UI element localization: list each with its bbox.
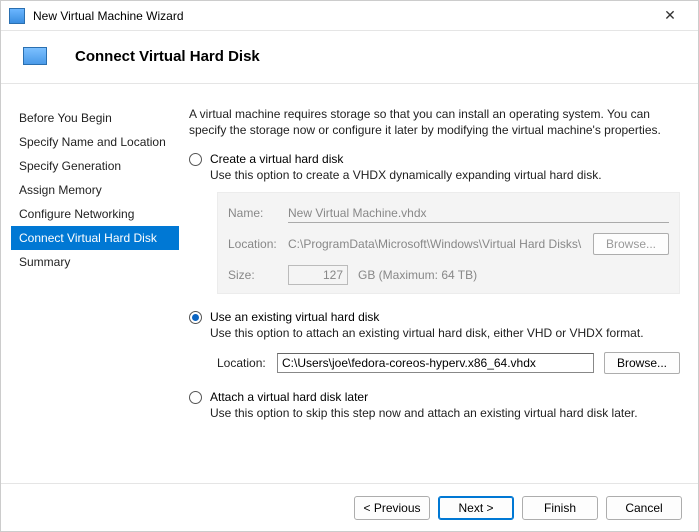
step-assign-memory[interactable]: Assign Memory	[11, 178, 179, 202]
create-form: Name: Location: C:\ProgramData\Microsoft…	[217, 192, 680, 294]
app-icon	[9, 8, 25, 24]
create-name-label: Name:	[228, 206, 278, 220]
window-title: New Virtual Machine Wizard	[33, 9, 650, 23]
option-create-desc: Use this option to create a VHDX dynamic…	[210, 168, 680, 182]
finish-button[interactable]: Finish	[522, 496, 598, 520]
step-configure-networking[interactable]: Configure Networking	[11, 202, 179, 226]
next-button[interactable]: Next >	[438, 496, 514, 520]
existing-location-label: Location:	[217, 356, 267, 370]
option-create-label: Create a virtual hard disk	[210, 152, 343, 166]
create-location-value: C:\ProgramData\Microsoft\Windows\Virtual…	[288, 237, 583, 251]
step-specify-generation[interactable]: Specify Generation	[11, 154, 179, 178]
create-size-input	[288, 265, 348, 285]
existing-form: Location: Browse...	[217, 352, 680, 374]
radio-attach-later[interactable]	[189, 391, 202, 404]
close-icon: ✕	[664, 7, 676, 24]
step-before-you-begin[interactable]: Before You Begin	[11, 106, 179, 130]
option-attach-later: Attach a virtual hard disk later Use thi…	[189, 390, 680, 420]
existing-location-input[interactable]	[277, 353, 594, 373]
option-existing-vhd: Use an existing virtual hard disk Use th…	[189, 310, 680, 374]
cancel-button[interactable]: Cancel	[606, 496, 682, 520]
option-later-desc: Use this option to skip this step now an…	[210, 406, 680, 420]
page-banner: Connect Virtual Hard Disk	[1, 31, 698, 84]
titlebar: New Virtual Machine Wizard ✕	[1, 1, 698, 31]
step-specify-name[interactable]: Specify Name and Location	[11, 130, 179, 154]
radio-existing-vhd[interactable]	[189, 311, 202, 324]
create-name-input	[288, 203, 669, 223]
close-button[interactable]: ✕	[650, 2, 690, 30]
option-create-vhd: Create a virtual hard disk Use this opti…	[189, 152, 680, 294]
option-later-label: Attach a virtual hard disk later	[210, 390, 368, 404]
wizard-content: A virtual machine requires storage so th…	[179, 88, 698, 483]
option-existing-desc: Use this option to attach an existing vi…	[210, 326, 680, 340]
create-location-label: Location:	[228, 237, 278, 251]
page-description: A virtual machine requires storage so th…	[189, 106, 680, 138]
wizard-footer: < Previous Next > Finish Cancel	[1, 483, 698, 531]
previous-button[interactable]: < Previous	[354, 496, 430, 520]
page-title: Connect Virtual Hard Disk	[75, 48, 260, 65]
wizard-steps: Before You Begin Specify Name and Locati…	[1, 88, 179, 483]
option-existing-label: Use an existing virtual hard disk	[210, 310, 379, 324]
existing-browse-button[interactable]: Browse...	[604, 352, 680, 374]
step-connect-vhd[interactable]: Connect Virtual Hard Disk	[11, 226, 179, 250]
create-size-unit: GB (Maximum: 64 TB)	[358, 268, 477, 282]
vm-icon	[23, 47, 47, 65]
wizard-body: Before You Begin Specify Name and Locati…	[1, 88, 698, 483]
radio-create-vhd[interactable]	[189, 153, 202, 166]
step-summary[interactable]: Summary	[11, 250, 179, 274]
create-browse-button: Browse...	[593, 233, 669, 255]
create-size-label: Size:	[228, 268, 278, 282]
